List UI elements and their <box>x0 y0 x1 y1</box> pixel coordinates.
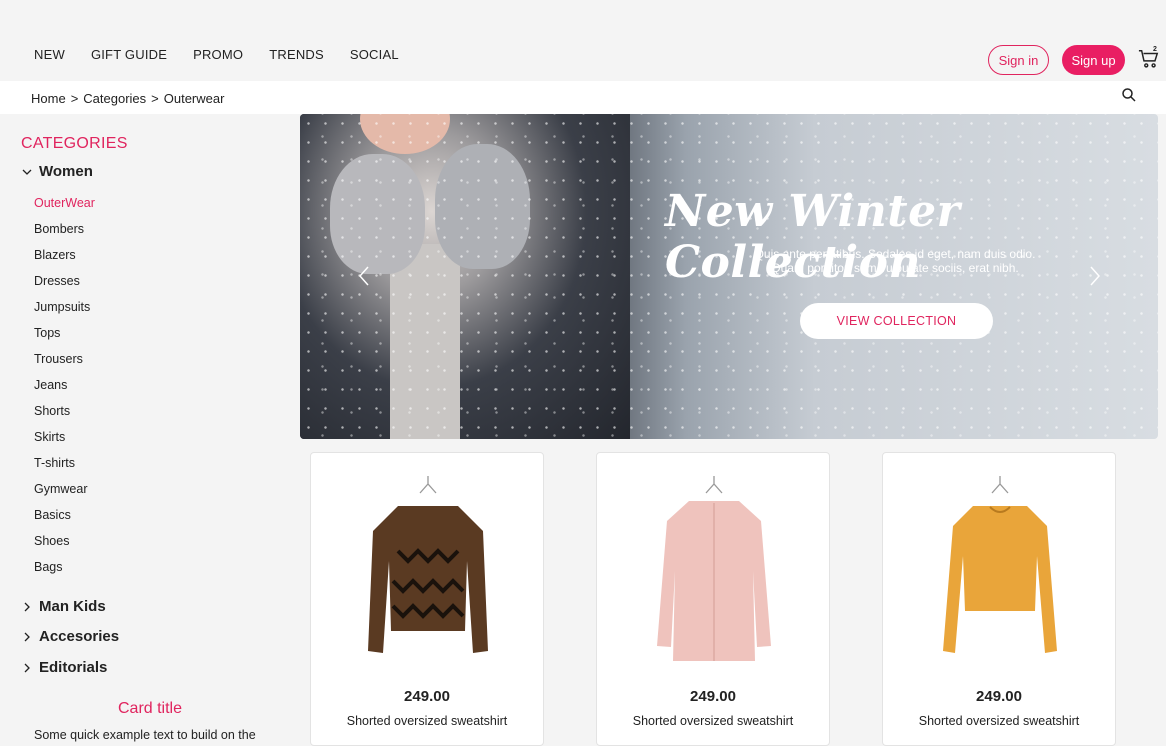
nav-link-promo[interactable]: PROMO <box>193 47 243 62</box>
card-text: Some quick example text to build on the <box>34 728 256 742</box>
subcategory-shoes[interactable]: Shoes <box>34 534 95 560</box>
women-subcategory-list: OuterWear Bombers Blazers Dresses Jumpsu… <box>34 196 95 586</box>
product-name: Shorted oversized sweatshirt <box>918 714 1080 728</box>
category-group-label: Man Kids <box>39 598 106 615</box>
hero-subtitle: Quis ante penatibus. Sodales id eget, na… <box>715 247 1075 275</box>
product-card[interactable]: 249.00 Shorted oversized sweatshirt <box>882 452 1116 746</box>
card-title: Card title <box>117 700 183 717</box>
product-card[interactable]: 249.00 Shorted oversized sweatshirt <box>310 452 544 746</box>
nav-link-social[interactable]: SOCIAL <box>350 47 399 62</box>
carousel-next-arrow-icon[interactable] <box>1086 264 1104 288</box>
chevron-down-icon <box>22 169 32 175</box>
subcategory-basics[interactable]: Basics <box>34 508 95 534</box>
subcategory-skirts[interactable]: Skirts <box>34 430 95 456</box>
categories-heading: CATEGORIES <box>21 135 128 152</box>
subcategory-tops[interactable]: Tops <box>34 326 95 352</box>
chevron-right-icon <box>24 632 30 641</box>
breadcrumb-home[interactable]: Home <box>31 91 66 106</box>
category-group-editorials[interactable]: Editorials <box>21 659 107 676</box>
subcategory-shorts[interactable]: Shorts <box>34 404 95 430</box>
category-group-label: Women <box>39 163 93 180</box>
chevron-right-icon <box>24 602 30 611</box>
hero-subtitle-line: Quam porttitor, sem vulputate sociis, er… <box>771 261 1019 275</box>
subcategory-outerwear[interactable]: OuterWear <box>34 196 95 222</box>
hero-carousel: New Winter Collection Quis ante penatibu… <box>300 114 1158 439</box>
subcategory-blazers[interactable]: Blazers <box>34 248 95 274</box>
nav-link-trends[interactable]: TRENDS <box>269 47 324 62</box>
cart-count-badge: 2 <box>1153 46 1157 53</box>
subcategory-gymwear[interactable]: Gymwear <box>34 482 95 508</box>
subcategory-jumpsuits[interactable]: Jumpsuits <box>34 300 95 326</box>
product-price: 249.00 <box>690 688 736 705</box>
chevron-right-icon <box>24 663 30 672</box>
category-group-man-kids[interactable]: Man Kids <box>21 598 106 615</box>
product-image <box>368 476 488 653</box>
product-image <box>943 476 1057 653</box>
view-collection-button[interactable]: VIEW COLLECTION <box>800 303 993 339</box>
sign-in-button[interactable]: Sign in <box>988 45 1049 75</box>
breadcrumb-bar: Home > Categories > Outerwear <box>0 81 1166 114</box>
subcategory-bags[interactable]: Bags <box>34 560 95 586</box>
category-group-women[interactable]: Women <box>21 163 93 180</box>
breadcrumb: Home > Categories > Outerwear <box>31 91 224 106</box>
nav-link-new[interactable]: NEW <box>34 47 65 62</box>
breadcrumb-separator: > <box>151 91 159 106</box>
product-card[interactable]: 249.00 Shorted oversized sweatshirt <box>596 452 830 746</box>
top-navigation: NEW GIFT GUIDE PROMO TRENDS SOCIAL Sign … <box>0 0 1166 81</box>
product-garment <box>368 506 488 653</box>
breadcrumb-current: Outerwear <box>163 91 225 106</box>
product-name: Shorted oversized sweatshirt <box>346 714 508 728</box>
product-garment <box>943 506 1057 653</box>
breadcrumb-separator: > <box>70 91 79 106</box>
breadcrumb-categories[interactable]: Categories <box>83 91 146 106</box>
product-image <box>657 476 771 661</box>
main-menu: NEW GIFT GUIDE PROMO TRENDS SOCIAL <box>34 47 399 62</box>
product-price: 249.00 <box>976 688 1022 705</box>
search-icon[interactable] <box>1121 87 1137 103</box>
subcategory-t-shirts[interactable]: T-shirts <box>34 456 95 482</box>
category-sidebar: CATEGORIES Women OuterWear Bombers Blaze… <box>0 114 300 746</box>
category-group-accesories[interactable]: Accesories <box>21 628 119 645</box>
subcategory-trousers[interactable]: Trousers <box>34 352 95 378</box>
carousel-prev-arrow-icon[interactable] <box>355 264 373 288</box>
category-group-label: Accesories <box>39 628 120 645</box>
sign-up-button[interactable]: Sign up <box>1062 45 1125 75</box>
subcategory-dresses[interactable]: Dresses <box>34 274 95 300</box>
subcategory-jeans[interactable]: Jeans <box>34 378 95 404</box>
product-name: Shorted oversized sweatshirt <box>632 714 794 728</box>
product-price: 249.00 <box>404 688 450 705</box>
nav-link-gift-guide[interactable]: GIFT GUIDE <box>91 47 167 62</box>
subcategory-bombers[interactable]: Bombers <box>34 222 95 248</box>
category-group-label: Editorials <box>39 659 108 676</box>
hero-subtitle-line: Quis ante penatibus. Sodales id eget, na… <box>754 247 1036 261</box>
